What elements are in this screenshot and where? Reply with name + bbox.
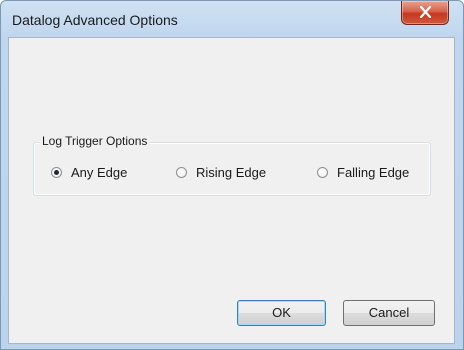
radio-rising-edge-label[interactable]: Rising Edge (196, 165, 266, 180)
close-icon (419, 6, 432, 18)
cancel-button[interactable]: Cancel (343, 300, 435, 326)
close-button[interactable] (401, 1, 449, 25)
log-trigger-options-group: Log Trigger Options Any Edge Rising Edge… (33, 134, 431, 196)
radio-rising-edge[interactable]: Rising Edge (176, 164, 266, 180)
radio-falling-edge-label[interactable]: Falling Edge (337, 165, 409, 180)
radio-falling-edge-indicator[interactable] (317, 166, 328, 178)
window-title: Datalog Advanced Options (12, 12, 178, 28)
radio-any-edge-label[interactable]: Any Edge (71, 165, 127, 180)
dialog-window: Datalog Advanced Options Log Trigger Opt… (0, 0, 464, 350)
radio-any-edge-indicator[interactable] (51, 166, 62, 178)
title-bar[interactable]: Datalog Advanced Options (1, 1, 463, 37)
radio-any-edge[interactable]: Any Edge (51, 164, 127, 180)
group-legend: Log Trigger Options (40, 134, 150, 148)
radio-rising-edge-indicator[interactable] (176, 166, 187, 178)
dialog-client-area: Log Trigger Options Any Edge Rising Edge… (8, 37, 455, 344)
radio-falling-edge[interactable]: Falling Edge (317, 164, 409, 180)
ok-button[interactable]: OK (237, 300, 326, 326)
